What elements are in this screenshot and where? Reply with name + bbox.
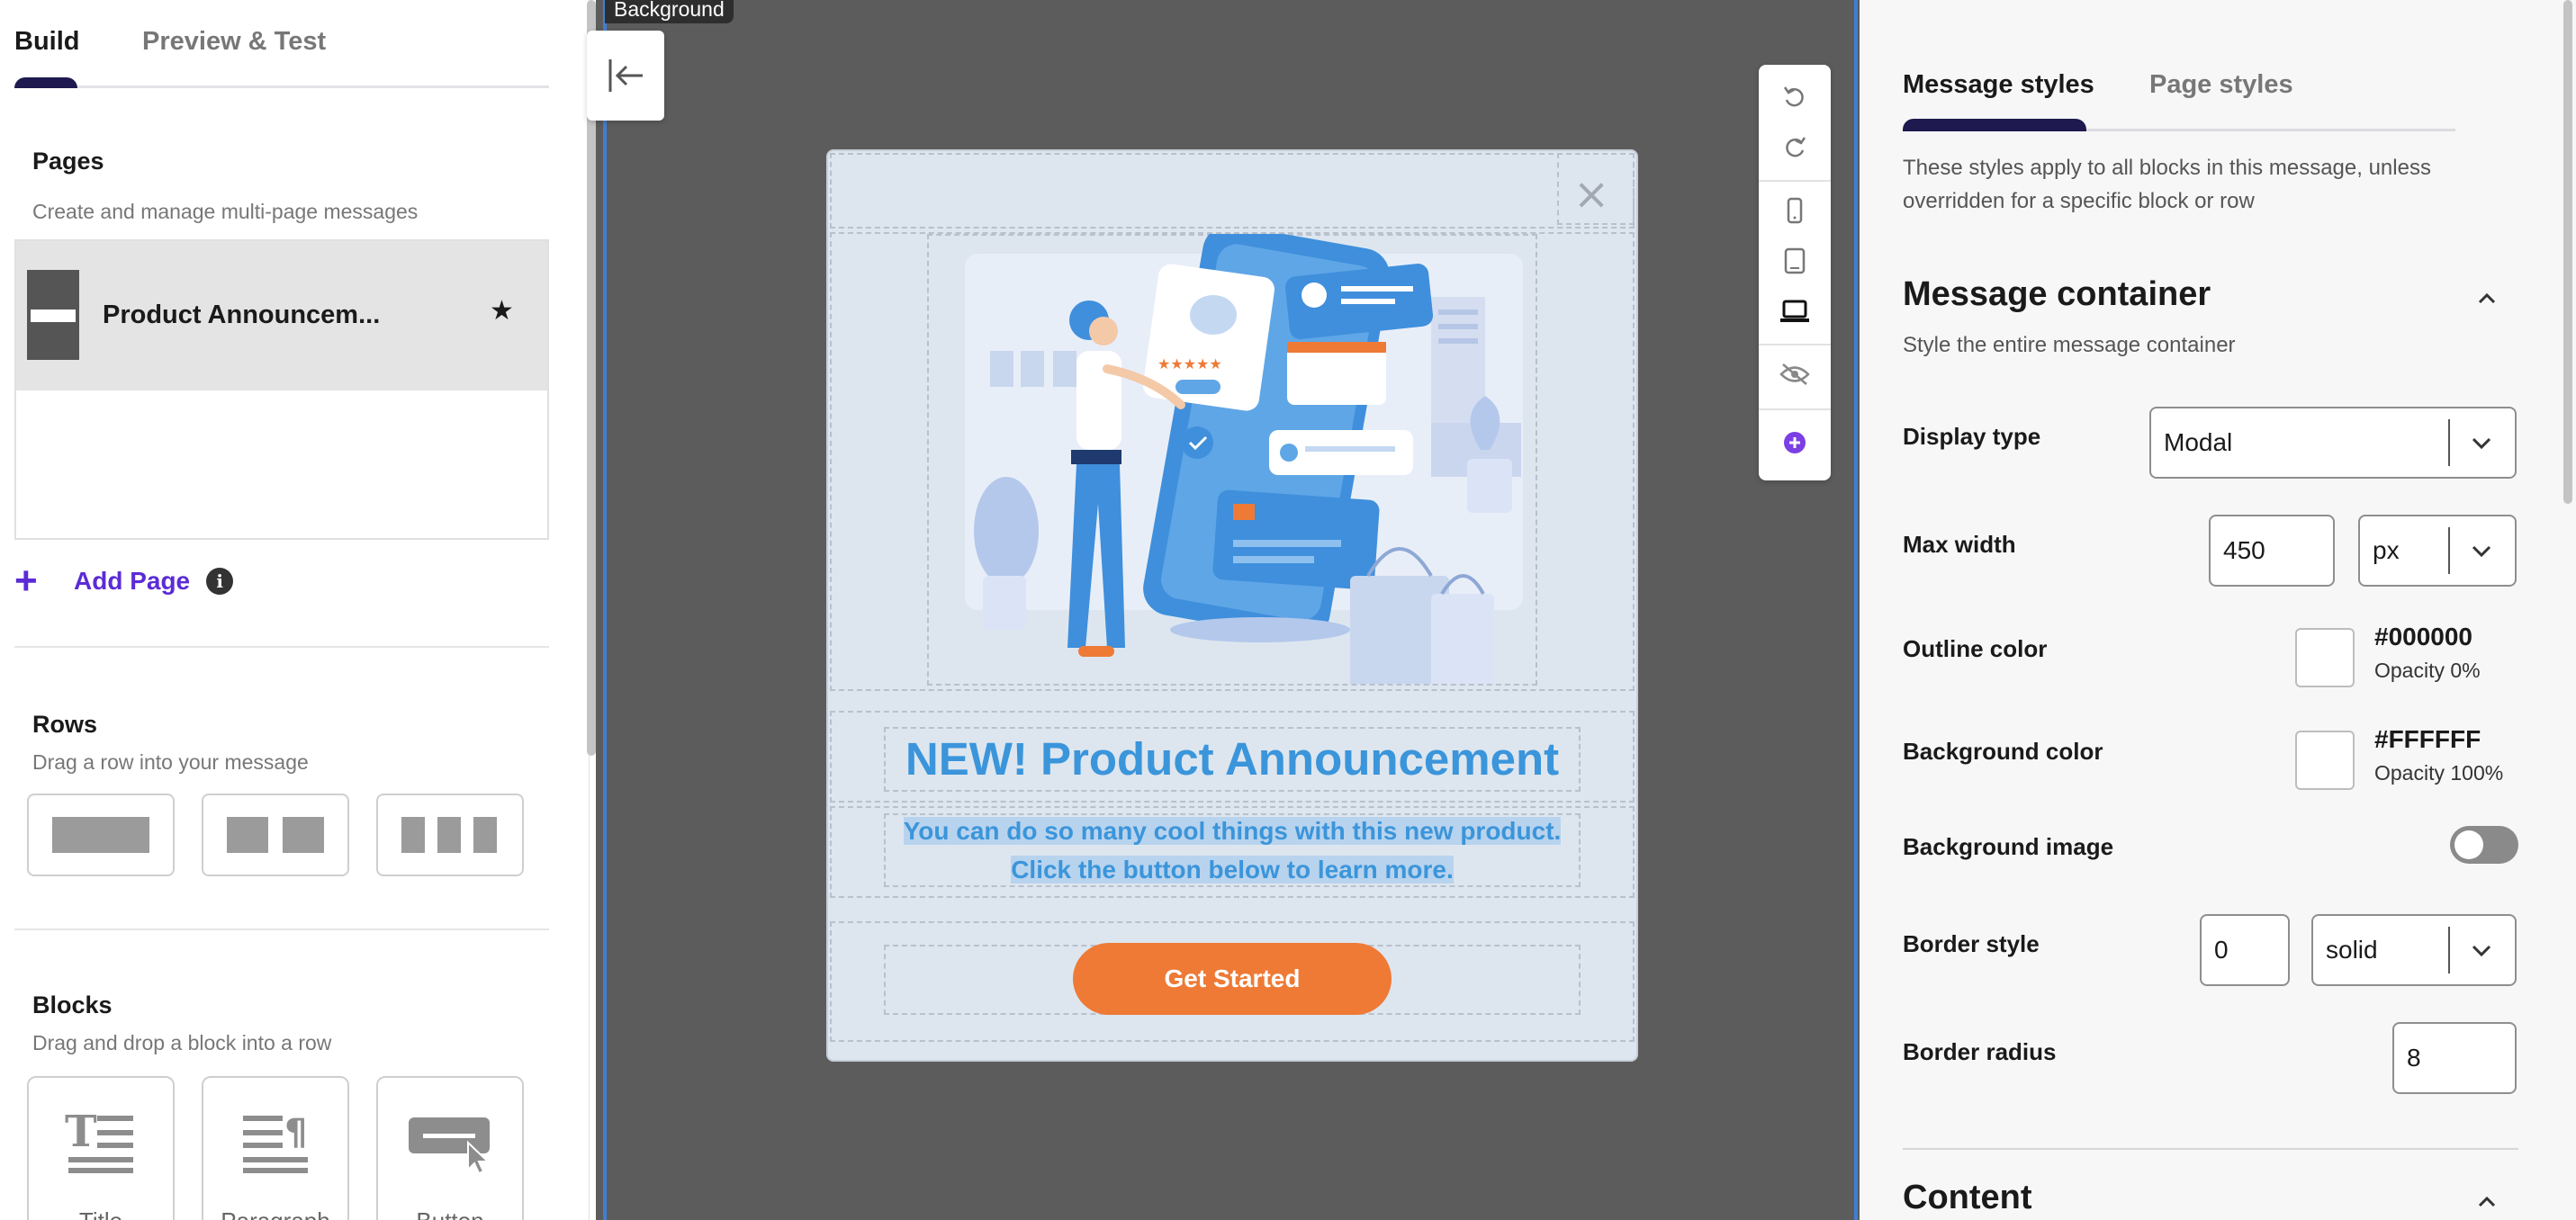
tab-message-styles[interactable]: Message styles (1903, 70, 2094, 100)
star-icon[interactable]: ★ (490, 295, 514, 327)
max-width-input[interactable]: 450 (2209, 515, 2335, 587)
button-block-icon (378, 1110, 522, 1182)
rows-title: Rows (32, 711, 98, 738)
border-style-value: solid (2326, 936, 2378, 964)
block-button[interactable]: Button (376, 1076, 524, 1220)
divider (14, 928, 549, 930)
background-image-label: Background image (1903, 833, 2114, 860)
background-label: Background (605, 0, 734, 23)
add-page-button[interactable]: + Add Page i (14, 559, 234, 603)
toggle-knob (2454, 830, 2483, 859)
modal-headline[interactable]: NEW! Product Announcement (884, 727, 1581, 792)
background-color-label: Background color (1903, 738, 2103, 765)
hide-eye-icon[interactable] (1759, 351, 1831, 398)
section-divider (1903, 1148, 2518, 1150)
active-tab-indicator (14, 77, 77, 88)
display-type-select[interactable]: Modal (2149, 407, 2517, 479)
pages-subtitle: Create and manage multi-page messages (32, 200, 419, 223)
right-tabs: Message styles Page styles (1903, 0, 2455, 131)
max-width-value: 450 (2223, 536, 2265, 564)
modal-body-text[interactable]: You can do so many cool things with this… (884, 812, 1581, 889)
right-scrollbar[interactable] (2563, 0, 2572, 504)
chevron-down-icon (2472, 545, 2491, 558)
page-thumbnail (27, 270, 79, 360)
block-label: Paragraph (203, 1207, 347, 1220)
desktop-view-icon[interactable] (1759, 288, 1831, 335)
title-block-icon: T (29, 1107, 173, 1182)
border-style-label: Border style (1903, 930, 2040, 957)
close-icon[interactable]: × (1573, 169, 1609, 220)
active-tab-indicator (1903, 119, 2086, 131)
left-tabs: Build Preview & Test (14, 0, 549, 88)
border-width-value: 0 (2214, 936, 2229, 964)
undo-icon[interactable] (1759, 74, 1831, 121)
add-page-label: Add Page (74, 567, 191, 595)
arrow-left-to-line-icon (608, 59, 643, 92)
chevron-down-icon (2472, 437, 2491, 450)
border-radius-value: 8 (2407, 1044, 2421, 1072)
left-panel: Build Preview & Test Pages Create and ma… (0, 0, 590, 1220)
add-icon[interactable] (1759, 419, 1831, 466)
svg-text:¶: ¶ (284, 1112, 307, 1153)
canvas-toolbar (1759, 65, 1831, 480)
chevron-up-icon[interactable] (2473, 1188, 2500, 1215)
tab-build[interactable]: Build (14, 27, 80, 57)
background-image-toggle[interactable] (2450, 826, 2518, 864)
tab-page-styles[interactable]: Page styles (2149, 70, 2293, 100)
row-one-column[interactable] (27, 794, 175, 876)
row-three-column[interactable] (376, 794, 524, 876)
paragraph-block-icon: ¶ (203, 1110, 347, 1182)
rows-subtitle: Drag a row into your message (32, 750, 309, 774)
max-width-unit: px (2373, 536, 2400, 564)
mobile-view-icon[interactable] (1759, 187, 1831, 234)
styles-intro: These styles apply to all blocks in this… (1903, 156, 2431, 213)
get-started-button[interactable]: Get Started (1073, 943, 1392, 1015)
border-radius-label: Border radius (1903, 1038, 2057, 1065)
block-title[interactable]: T Title (27, 1076, 175, 1220)
svg-text:★★★★★: ★★★★★ (1157, 355, 1222, 372)
blocks-subtitle: Drag and drop a block into a row (32, 1031, 332, 1054)
pages-list: Product Announcem... ★ (14, 239, 549, 540)
blocks-title: Blocks (32, 991, 113, 1018)
block-paragraph[interactable]: ¶ Paragraph (202, 1076, 349, 1220)
max-width-unit-select[interactable]: px (2358, 515, 2517, 587)
outline-color-swatch[interactable] (2295, 628, 2355, 687)
max-width-label: Max width (1903, 531, 2016, 558)
border-style-select[interactable]: solid (2311, 914, 2517, 986)
modal-body-text-content: You can do so many cool things with this… (903, 817, 1562, 884)
outline-color-opacity: Opacity 0% (2374, 659, 2481, 682)
svg-text:T: T (65, 1110, 97, 1157)
tablet-view-icon[interactable] (1759, 238, 1831, 284)
border-width-input[interactable]: 0 (2200, 914, 2290, 986)
plus-icon: + (14, 559, 38, 603)
page-list-item[interactable]: Product Announcem... ★ (16, 241, 547, 390)
pages-title: Pages (32, 148, 104, 175)
content-section-title: Content (1903, 1179, 2032, 1216)
display-type-label: Display type (1903, 423, 2041, 450)
product-illustration: ★★★★★ (965, 234, 1523, 684)
background-color-swatch[interactable] (2295, 731, 2355, 790)
selection-outline-left (603, 0, 607, 1220)
block-label: Button (378, 1207, 522, 1220)
outline-color-label: Outline color (1903, 635, 2048, 662)
page-name: Product Announcem... (103, 301, 381, 329)
collapse-panel-button[interactable] (587, 31, 664, 121)
border-radius-input[interactable]: 8 (2392, 1022, 2517, 1094)
row-outline (830, 153, 1635, 229)
display-type-value: Modal (2164, 428, 2233, 456)
redo-icon[interactable] (1759, 124, 1831, 171)
message-container-title: Message container (1903, 275, 2211, 313)
outline-color-hex: #000000 (2374, 623, 2473, 650)
divider (14, 646, 549, 648)
chevron-up-icon[interactable] (2473, 284, 2500, 311)
background-color-opacity: Opacity 100% (2374, 761, 2504, 785)
block-label: Title (29, 1207, 173, 1220)
tab-preview-test[interactable]: Preview & Test (142, 27, 326, 57)
background-color-hex: #FFFFFF (2374, 725, 2481, 753)
info-icon[interactable]: i (206, 568, 234, 595)
chevron-down-icon (2472, 945, 2491, 957)
selection-outline-right (1854, 0, 1858, 1220)
row-two-column[interactable] (202, 794, 349, 876)
message-container-subtitle: Style the entire message container (1903, 333, 2236, 357)
